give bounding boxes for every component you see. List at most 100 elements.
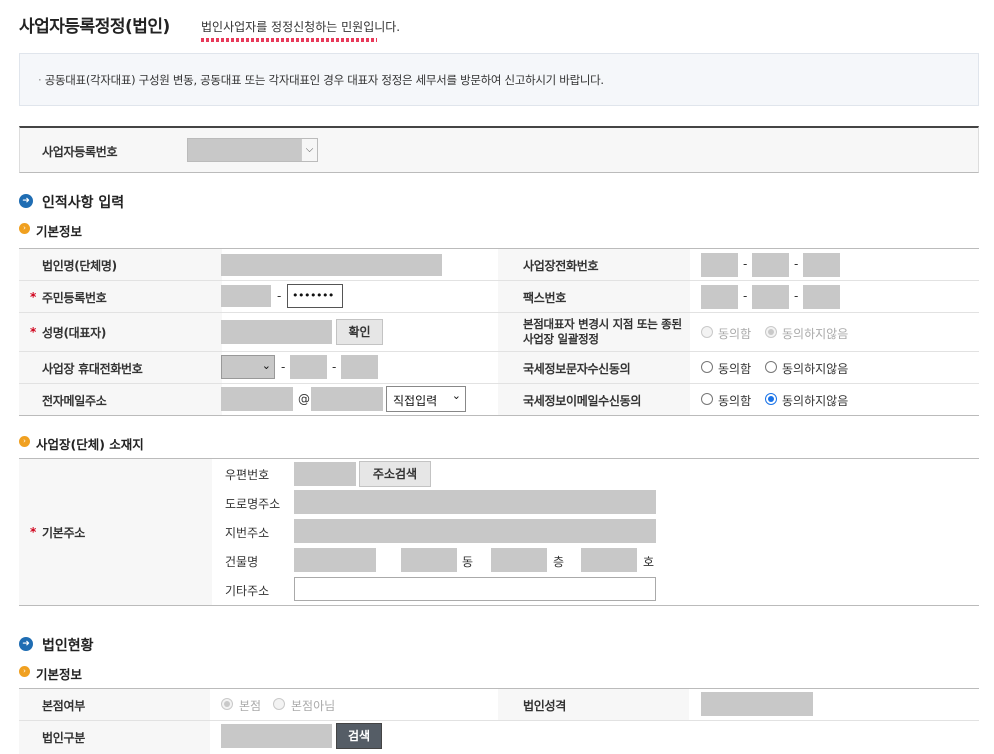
corp-class-label: 법인구분: [42, 731, 85, 745]
business-number-select[interactable]: ⌵: [187, 138, 318, 162]
ho-label: 호: [643, 555, 655, 569]
required-mark: *: [30, 325, 37, 339]
corp-type-label: 법인성격: [523, 699, 566, 713]
building-input[interactable]: [294, 548, 376, 572]
etc-address-label: 기타주소: [225, 584, 270, 598]
row-divider: [19, 280, 979, 281]
section-title-corp-status: 법인현황: [42, 638, 94, 654]
rrn-front-input[interactable]: [221, 285, 271, 307]
table-bottom-border: [19, 415, 979, 416]
email-label: 전자메일주소: [42, 394, 107, 408]
page-title: 사업자등록정정(법인): [19, 17, 170, 37]
sms-agree-radio[interactable]: [701, 361, 713, 373]
road-address-input[interactable]: [294, 490, 656, 514]
email-domain-select-value: 직접입력: [393, 394, 438, 408]
arrow-right-circle-icon: ➜: [19, 637, 33, 651]
chevron-down-icon: ⌄: [261, 359, 271, 372]
dong-label: 동: [462, 555, 474, 569]
dash: -: [281, 360, 286, 374]
dash: -: [743, 257, 748, 271]
section-title-personal: 인적사항 입력: [42, 195, 125, 211]
branch-agree-label: 동의함: [718, 327, 752, 341]
sms-consent-label: 국세정보문자수신동의: [523, 362, 631, 376]
address-search-button[interactable]: 주소검색: [359, 461, 431, 487]
rrn-masked-value: •••••••: [292, 289, 334, 302]
at-sign: @: [298, 392, 310, 406]
etc-address-input[interactable]: [294, 577, 656, 601]
rep-name-label: 성명(대표자): [42, 326, 107, 340]
sms-disagree-label: 동의하지않음: [782, 362, 849, 376]
business-number-box: [19, 126, 979, 173]
jibun-address-label: 지번주소: [225, 526, 270, 540]
notice-message: 공동대표(각자대표) 구성원 변동, 공동대표 또는 각자대표인 경우 대표자 …: [44, 73, 604, 87]
biz-phone-label: 사업장전화번호: [523, 259, 599, 273]
dash: -: [332, 360, 337, 374]
fax-1-input[interactable]: [701, 285, 738, 309]
floor-input[interactable]: [491, 548, 547, 572]
ho-input[interactable]: [581, 548, 637, 572]
email-agree-label: 동의함: [718, 394, 752, 408]
mobile-3-input[interactable]: [341, 355, 378, 379]
biz-phone-1-input[interactable]: [701, 253, 738, 277]
required-mark: *: [30, 525, 37, 539]
branch-change-label: 본점대표자 변경시 지점 또는 종된사업장 일괄정정: [523, 317, 682, 346]
spellcheck-underline: [201, 38, 377, 42]
row-divider: [19, 351, 979, 352]
arrow-right-circle-icon: ➜: [19, 194, 33, 208]
rrn-back-input[interactable]: •••••••: [287, 284, 343, 308]
hq-yes-label: 본점: [239, 699, 262, 713]
hq-label: 본점여부: [42, 699, 85, 713]
chevron-down-icon: ⌄: [451, 389, 461, 402]
biz-phone-2-input[interactable]: [752, 253, 789, 277]
business-number-label: 사업자등록번호: [42, 145, 118, 159]
branch-disagree-radio[interactable]: [765, 326, 777, 338]
floor-label: 층: [553, 555, 565, 569]
dash: -: [794, 289, 799, 303]
page-subtitle: 법인사업자를 정정신청하는 민원입니다.: [201, 20, 401, 34]
biz-phone-3-input[interactable]: [803, 253, 840, 277]
mobile-2-input[interactable]: [290, 355, 327, 379]
email-disagree-radio[interactable]: [765, 393, 777, 405]
confirm-button[interactable]: 확인: [336, 319, 383, 345]
email-disagree-label: 동의하지않음: [782, 394, 849, 408]
chevron-right-circle-icon: ›: [19, 223, 30, 234]
fax-2-input[interactable]: [752, 285, 789, 309]
fax-label: 팩스번호: [523, 291, 566, 305]
email-agree-radio[interactable]: [701, 393, 713, 405]
building-label: 건물명: [225, 555, 259, 569]
dash: -: [743, 289, 748, 303]
email-domain-input[interactable]: [311, 387, 383, 411]
corp-name-label: 법인명(단체명): [42, 259, 117, 273]
subsection-address: 사업장(단체) 소재지: [36, 437, 144, 452]
chevron-down-icon: ⌵: [301, 139, 317, 161]
chevron-right-circle-icon: ›: [19, 436, 30, 447]
hq-no-radio[interactable]: [273, 698, 285, 710]
row-divider: [19, 383, 979, 384]
hq-no-label: 본점아님: [291, 699, 336, 713]
rep-name-input[interactable]: [221, 320, 332, 344]
fax-3-input[interactable]: [803, 285, 840, 309]
sms-agree-label: 동의함: [718, 362, 752, 376]
email-id-input[interactable]: [221, 387, 293, 411]
subsection-basic-info-2: 기본정보: [36, 667, 83, 682]
notice-text: · 공동대표(각자대표) 구성원 변동, 공동대표 또는 각자대표인 경우 대표…: [38, 73, 604, 87]
chevron-right-circle-icon: ›: [19, 666, 30, 677]
branch-agree-radio[interactable]: [701, 326, 713, 338]
corp-name-input[interactable]: [221, 254, 442, 276]
rrn-label: 주민등록번호: [42, 291, 107, 305]
required-mark: *: [30, 290, 37, 304]
jibun-address-input[interactable]: [294, 519, 656, 543]
email-domain-select[interactable]: 직접입력 ⌄: [386, 386, 466, 412]
dong-input[interactable]: [401, 548, 457, 572]
table-bottom-border: [19, 605, 979, 606]
zip-input[interactable]: [294, 462, 356, 486]
sms-disagree-radio[interactable]: [765, 361, 777, 373]
corp-type-input[interactable]: [701, 692, 813, 716]
base-address-label: 기본주소: [42, 526, 85, 540]
subsection-basic-info: 기본정보: [36, 224, 83, 239]
mobile-prefix-select[interactable]: ⌄: [221, 355, 275, 379]
search-button[interactable]: 검색: [336, 723, 382, 749]
hq-yes-radio[interactable]: [221, 698, 233, 710]
corp-class-input[interactable]: [221, 724, 332, 748]
row-divider: [19, 312, 979, 313]
